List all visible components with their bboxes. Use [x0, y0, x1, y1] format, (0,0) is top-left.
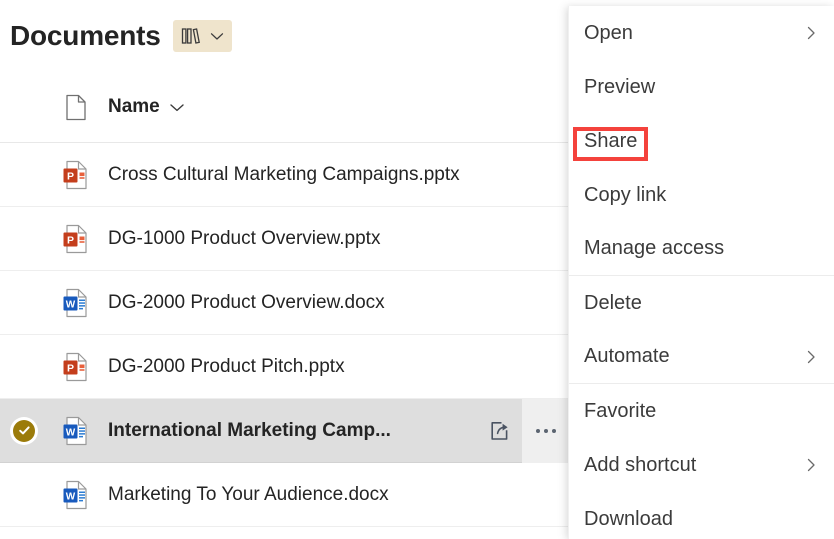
books-icon: [181, 27, 203, 45]
page-title: Documents: [10, 20, 161, 51]
menu-item-label: Download: [584, 507, 673, 530]
chevron-right-icon: [804, 23, 818, 43]
chevron-right-icon: [804, 455, 818, 475]
document-icon: [66, 94, 86, 120]
menu-item-favorite[interactable]: Favorite: [569, 384, 834, 438]
svg-text:P: P: [67, 362, 74, 374]
file-name-label[interactable]: DG-2000 Product Pitch.pptx: [108, 356, 345, 378]
word-file-icon: W: [63, 288, 87, 317]
table-row[interactable]: W Marketing To Your Audience.docx: [0, 463, 570, 527]
file-type-icon-cell: W: [48, 480, 104, 510]
table-row[interactable]: P Cross Cultural Marketing Campaigns.pptx: [0, 143, 570, 207]
chevron-down-icon[interactable]: [169, 102, 185, 113]
file-name-label[interactable]: International Marketing Camp...: [108, 420, 391, 442]
menu-item-label: Automate: [584, 345, 670, 367]
chevron-right-icon: [807, 350, 815, 363]
column-header-name[interactable]: Name: [108, 96, 160, 118]
menu-item-delete[interactable]: Delete: [569, 276, 834, 330]
file-context-menu: Open Preview Share Copy link Manage access De…: [568, 6, 834, 539]
share-icon: [491, 421, 508, 440]
chevron-down-icon: [210, 31, 224, 41]
more-options-button[interactable]: [522, 398, 570, 463]
svg-text:W: W: [66, 299, 76, 310]
file-list: Name P Cross Cultural Marketing Campaigns…: [0, 72, 570, 527]
menu-item-copy-link[interactable]: Copy link: [569, 168, 834, 222]
menu-item-automate[interactable]: Automate: [569, 330, 834, 384]
file-type-icon-cell: P: [48, 160, 104, 190]
page-header: Documents: [0, 0, 570, 72]
menu-item-preview[interactable]: Preview: [569, 60, 834, 114]
menu-item-label: Open: [584, 21, 633, 44]
menu-item-label: Share: [584, 129, 638, 152]
file-type-icon-cell: P: [48, 352, 104, 382]
checkmark-icon: [18, 426, 30, 435]
file-name-label[interactable]: DG-1000 Product Overview.pptx: [108, 228, 380, 250]
word-file-icon: W: [63, 480, 87, 509]
svg-text:W: W: [66, 491, 76, 502]
menu-item-label: Favorite: [584, 399, 657, 422]
table-row[interactable]: P DG-1000 Product Overview.pptx: [0, 207, 570, 271]
column-header-row: Name: [0, 72, 570, 143]
chevron-right-icon: [807, 458, 815, 472]
menu-item-manage-access[interactable]: Manage access: [569, 222, 834, 276]
powerpoint-file-icon: P: [63, 160, 87, 189]
file-rows: P Cross Cultural Marketing Campaigns.pptx…: [0, 143, 570, 527]
menu-item-download[interactable]: Download: [569, 492, 834, 539]
file-type-icon-cell: W: [48, 288, 104, 318]
library-switcher-button[interactable]: [172, 20, 232, 52]
menu-item-share[interactable]: Share: [569, 114, 834, 168]
menu-item-add-shortcut[interactable]: Add shortcut: [569, 438, 834, 492]
chevron-right-icon: [804, 347, 818, 367]
menu-item-label: Copy link: [584, 183, 667, 206]
table-row[interactable]: P DG-2000 Product Pitch.pptx: [0, 335, 570, 399]
share-button[interactable]: [478, 399, 522, 463]
menu-item-label: Preview: [584, 75, 656, 98]
row-select-cell[interactable]: [0, 419, 48, 442]
row-actions: [478, 398, 570, 463]
svg-text:W: W: [66, 427, 76, 438]
file-type-column-header[interactable]: [48, 94, 104, 121]
powerpoint-file-icon: P: [63, 224, 87, 253]
menu-item-label: Add shortcut: [584, 453, 697, 476]
file-name-label[interactable]: DG-2000 Product Overview.docx: [108, 292, 385, 314]
menu-item-label: Delete: [584, 291, 642, 314]
chevron-right-icon: [807, 26, 815, 40]
word-file-icon: W: [63, 416, 87, 445]
file-name-label[interactable]: Cross Cultural Marketing Campaigns.pptx: [108, 164, 460, 186]
table-row[interactable]: W International Marketing Camp...: [0, 398, 570, 463]
file-type-icon-cell: P: [48, 224, 104, 254]
menu-item-open[interactable]: Open: [569, 6, 834, 60]
file-name-label[interactable]: Marketing To Your Audience.docx: [108, 484, 389, 506]
svg-text:P: P: [67, 170, 74, 182]
table-row[interactable]: W DG-2000 Product Overview.docx: [0, 271, 570, 335]
menu-item-label: Manage access: [584, 237, 725, 259]
powerpoint-file-icon: P: [63, 352, 87, 381]
row-selected-check-icon[interactable]: [13, 419, 35, 442]
file-type-icon-cell: W: [48, 416, 104, 446]
svg-text:P: P: [67, 234, 74, 246]
more-options-icon: [536, 428, 556, 433]
